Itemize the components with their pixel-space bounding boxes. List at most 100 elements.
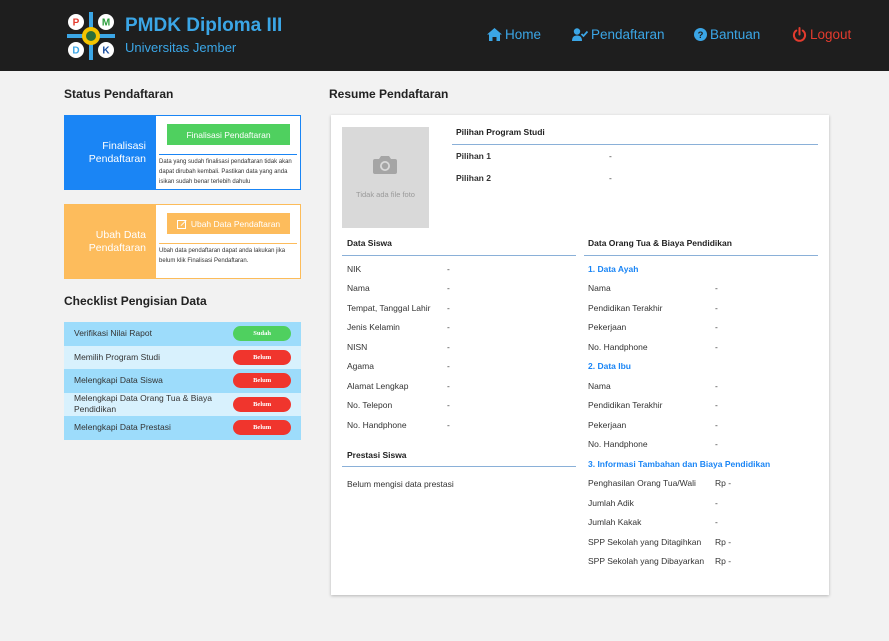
prestasi-heading: Prestasi Siswa [347, 450, 407, 460]
ibu-label: Pekerjaan [588, 420, 627, 430]
siswa-value: - [447, 303, 450, 313]
ubah-data-card: Ubah Data Pendaftaran Ubah Data Pendafta… [64, 204, 301, 279]
tambahan-value: Rp - [715, 478, 732, 488]
status-badge: Sudah [233, 326, 291, 342]
checklist-item-label: Melengkapi Data Prestasi [74, 422, 171, 433]
prodi-label: Pilihan 2 [456, 173, 491, 183]
finalisasi-card: Finalisasi Pendaftaran Finalisasi Pendaf… [64, 115, 301, 190]
tambahan-label: Jumlah Kakak [588, 517, 642, 527]
status-badge: Belum [233, 349, 291, 365]
siswa-value: - [447, 361, 450, 371]
ayah-value: - [715, 303, 718, 313]
logo-letter-p: P [73, 18, 80, 29]
siswa-value: - [447, 264, 450, 274]
siswa-label: Agama [347, 361, 374, 371]
siswa-label: NISN [347, 342, 368, 352]
nav-pendaftaran-label: Pendaftaran [591, 27, 665, 42]
divider [342, 255, 576, 256]
siswa-value: - [447, 322, 450, 332]
ayah-label: Pekerjaan [588, 322, 627, 332]
tambahan-value: - [715, 498, 718, 508]
brand-subtitle: Universitas Jember [125, 40, 237, 55]
prodi-heading: Pilihan Program Studi [456, 127, 545, 137]
ayah-value: - [715, 342, 718, 352]
tambahan-label: Jumlah Adik [588, 498, 634, 508]
siswa-label: Nama [347, 283, 370, 293]
ibu-value: - [715, 439, 718, 449]
nav-logout-label: Logout [810, 27, 852, 42]
siswa-value: - [447, 381, 450, 391]
brand-title[interactable]: PMDK Diploma III [125, 15, 282, 37]
ubah-data-card-label: Ubah Data Pendaftaran [65, 205, 156, 278]
ayah-value: - [715, 322, 718, 332]
nav-logout-link[interactable]: Logout [792, 27, 851, 42]
divider [452, 144, 818, 145]
tambahan-label: Penghasilan Orang Tua/Wali [588, 478, 696, 488]
tambahan-value: Rp - [715, 537, 732, 547]
ayah-value: - [715, 283, 718, 293]
nav-pendaftaran-link[interactable]: Pendaftaran [572, 27, 665, 42]
siswa-label: Tempat, Tanggal Lahir [347, 303, 431, 313]
nav-bantuan-label: Bantuan [710, 27, 761, 42]
checklist-item-label: Memilih Program Studi [74, 351, 160, 362]
checklist-item-label: Melengkapi Data Orang Tua & Biaya Pendid… [74, 393, 212, 415]
siswa-label: NIK [347, 264, 362, 274]
tambahan-value: - [715, 517, 718, 527]
siswa-label: No. Handphone [347, 420, 407, 430]
power-icon [792, 27, 807, 42]
siswa-label: No. Telepon [347, 400, 393, 410]
nav-bantuan-link[interactable]: ? Bantuan [694, 27, 760, 42]
siswa-label: Alamat Lengkap [347, 381, 409, 391]
nav-home-label: Home [505, 27, 542, 42]
question-circle-icon: ? [694, 28, 707, 41]
edit-icon [176, 219, 187, 229]
prodi-value: - [609, 151, 612, 161]
finalisasi-note: Data yang sudah finalisasi pendaftaran t… [159, 159, 292, 185]
resume-heading: Resume Pendaftaran [329, 87, 449, 101]
prodi-value: - [609, 173, 612, 183]
prestasi-empty-text: Belum mengisi data prestasi [347, 479, 454, 489]
ibu-label: No. Handphone [588, 439, 648, 449]
divider [159, 243, 297, 244]
user-check-icon [572, 28, 588, 41]
siswa-value: - [447, 400, 450, 410]
ibu-value: - [715, 381, 718, 391]
divider [159, 154, 297, 155]
nav-home-link[interactable]: Home [487, 27, 541, 42]
ayah-label: Nama [588, 283, 611, 293]
ubah-data-note: Ubah data pendaftaran dapat anda lakukan… [159, 248, 286, 264]
home-icon [487, 28, 502, 41]
tambahan-value: Rp - [715, 556, 732, 566]
prodi-label: Pilihan 1 [456, 151, 491, 161]
checklist-item: Memilih Program Studi Belum [64, 345, 301, 369]
tambahan-label: SPP Sekolah yang Dibayarkan [588, 556, 705, 566]
ubah-data-button[interactable]: Ubah Data Pendaftaran [167, 213, 290, 234]
ortu-heading: Data Orang Tua & Biaya Pendidikan [588, 238, 732, 248]
finalisasi-button[interactable]: Finalisasi Pendaftaran [167, 124, 290, 145]
divider [584, 255, 818, 256]
resume-panel: Tidak ada file foto Pilihan Program Stud… [331, 115, 829, 595]
siswa-label: Jenis Kelamin [347, 322, 400, 332]
divider [342, 466, 576, 467]
logo-letter-k: K [102, 46, 110, 57]
camera-icon [373, 156, 397, 174]
status-badge: Belum [233, 396, 291, 412]
checklist-item: Melengkapi Data Orang Tua & Biaya Pendid… [64, 392, 301, 416]
tambahan-label: SPP Sekolah yang Ditagihkan [588, 537, 702, 547]
checklist-heading: Checklist Pengisian Data [64, 294, 207, 308]
ubah-data-button-label: Ubah Data Pendaftaran [190, 218, 281, 229]
finalisasi-card-label: Finalisasi Pendaftaran [65, 116, 156, 189]
ibu-label: Nama [588, 381, 611, 391]
checklist-list: Verifikasi Nilai Rapot Sudah Memilih Pro… [64, 322, 301, 440]
ibu-value: - [715, 400, 718, 410]
checklist-item: Melengkapi Data Prestasi Belum [64, 416, 301, 440]
siswa-value: - [447, 342, 450, 352]
photo-placeholder-text: Tidak ada file foto [356, 190, 415, 199]
checklist-item: Melengkapi Data Siswa Belum [64, 369, 301, 393]
checklist-item: Verifikasi Nilai Rapot Sudah [64, 322, 301, 346]
ayah-label: Pendidikan Terakhir [588, 303, 663, 313]
pmdk-logo-icon[interactable]: P M D K [65, 10, 117, 62]
status-badge: Belum [233, 420, 291, 436]
photo-placeholder: Tidak ada file foto [342, 127, 429, 228]
checklist-item-label: Melengkapi Data Siswa [74, 375, 163, 386]
